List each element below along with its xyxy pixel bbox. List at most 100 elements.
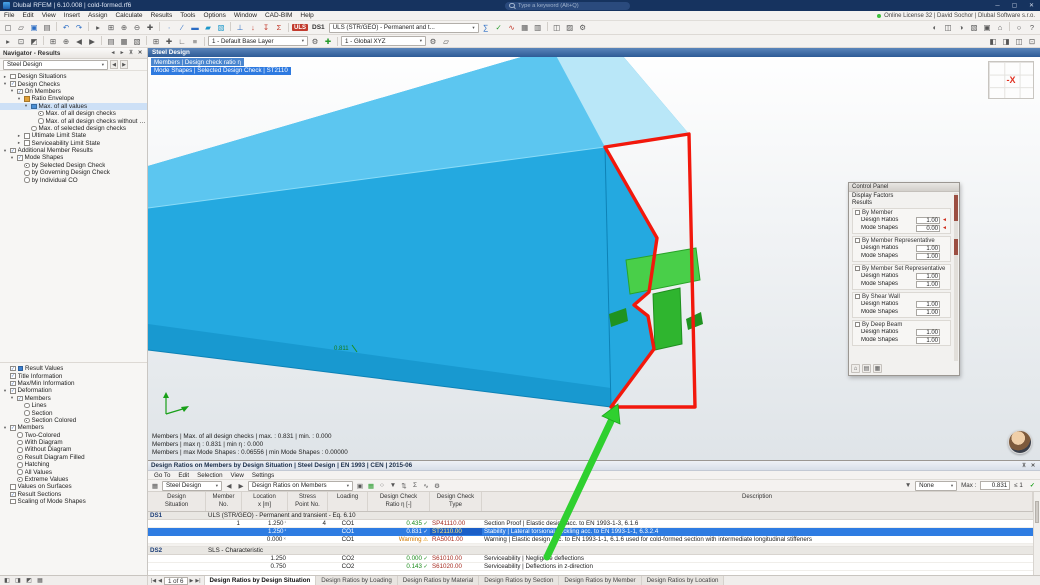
checkbox-unchecked-icon[interactable]: [24, 133, 30, 139]
nav-item-ultimate-limit-state[interactable]: ▸ Ultimate Limit State: [0, 132, 147, 139]
table-filter-select[interactable]: None ▾: [915, 480, 958, 491]
checkbox-checked-icon[interactable]: ✓: [10, 81, 16, 87]
radio-selected-icon[interactable]: [24, 162, 30, 169]
nav-item-by-individual-co[interactable]: by Individual CO: [0, 176, 147, 184]
table-prev-button[interactable]: ◀: [224, 481, 234, 491]
nav-item-by-selected-design-check[interactable]: by Selected Design Check: [0, 162, 147, 169]
module-next-button[interactable]: ▶: [120, 60, 128, 69]
nav-item-scaling-of-mode-shapes[interactable]: Scaling of Mode Shapes: [0, 498, 147, 505]
tab-design-ratios-by-material[interactable]: Design Ratios by Material: [397, 576, 480, 585]
cp-value-field[interactable]: 1.00: [916, 328, 940, 336]
menu-view[interactable]: View: [38, 11, 60, 20]
menu-help[interactable]: Help: [296, 11, 317, 20]
max-value-field[interactable]: 0.831: [980, 481, 1011, 490]
column-header-description[interactable]: Description: [482, 492, 1033, 511]
dock-layout-1-icon[interactable]: ◧: [2, 577, 12, 585]
load-situation-select[interactable]: ULS (STR/GEO) - Permanent and t... ▾: [328, 22, 479, 33]
tab-design-ratios-by-loading[interactable]: Design Ratios by Loading: [316, 576, 398, 585]
radio-unselected-icon[interactable]: [17, 439, 23, 446]
nav-item-members[interactable]: ▾ ✓ Members: [0, 424, 147, 431]
transparent-display-icon[interactable]: ▧: [131, 36, 143, 47]
sum-row-icon[interactable]: Σ: [410, 481, 420, 491]
nav-item-with-diagram[interactable]: With Diagram: [0, 439, 147, 446]
table-data-row[interactable]: 0.750 CO2 0.143 ✓ S61020.00 Serviceability | …: [148, 563, 1033, 571]
checkbox-unchecked-icon[interactable]: [855, 238, 860, 243]
zoom-in-icon[interactable]: ⊕: [118, 22, 130, 33]
ortho-toggle-icon[interactable]: ∟: [176, 36, 188, 47]
table-data-row[interactable]: 1 1.250 ¹ 4 CO1 0.435 ✓ SP41110.00 Section Proof…: [148, 520, 1033, 528]
column-header-member-no[interactable]: Member No.: [206, 492, 242, 511]
select-mode-icon[interactable]: ▸: [92, 22, 104, 33]
control-panel-header[interactable]: Control Panel: [849, 183, 959, 192]
collapse-icon[interactable]: ▾: [9, 395, 15, 401]
table-group-row[interactable]: DS2 SLS - Characteristic: [148, 547, 1033, 555]
column-header-location-x-m[interactable]: Location x [m]: [242, 492, 288, 511]
redo-icon[interactable]: ↷: [73, 22, 85, 33]
nav-item-without-diagram[interactable]: Without Diagram: [0, 446, 147, 453]
first-page-button[interactable]: |◀: [151, 578, 156, 584]
move-view-icon[interactable]: ✚: [144, 22, 156, 33]
checkbox-unchecked-icon[interactable]: [10, 73, 16, 80]
select-all-icon[interactable]: ⊡: [15, 36, 27, 47]
menu-file[interactable]: File: [0, 11, 18, 20]
menu-cad-bim[interactable]: CAD-BIM: [261, 11, 296, 20]
radio-unselected-icon[interactable]: [17, 462, 23, 468]
collapse-icon[interactable]: ▾: [2, 425, 8, 431]
nav-item-section[interactable]: Section: [0, 409, 147, 417]
column-header-design-situation[interactable]: Design Situation: [148, 492, 206, 511]
menu-insert[interactable]: Insert: [60, 11, 84, 20]
views-icon[interactable]: ⌂: [994, 22, 1006, 33]
nav-forward-icon[interactable]: ▸: [118, 49, 126, 57]
axes-settings-icon[interactable]: ⚙: [427, 36, 439, 47]
prev-page-button[interactable]: ◀: [158, 578, 162, 584]
table-group-row[interactable]: DS1 ULS (STR/GEO) - Permanent and transie…: [148, 512, 1033, 520]
checkbox-checked-icon[interactable]: ✓: [17, 395, 23, 401]
cp-value-field[interactable]: 1.00: [916, 244, 940, 252]
table-data-row[interactable]: 0.000 × CO1 Warning ⚠ RA5001.00 Warning | Elas…: [148, 536, 1033, 544]
filter-icon[interactable]: ▼: [903, 481, 913, 491]
panel-home-icon[interactable]: ⌂: [851, 364, 860, 373]
nav-back-icon[interactable]: ◂: [109, 49, 117, 57]
layer-settings-icon[interactable]: ⚙: [309, 36, 321, 47]
table-scrollbar[interactable]: [1033, 492, 1040, 575]
sort-rows-icon[interactable]: ⇅: [399, 481, 409, 491]
radio-selected-icon[interactable]: [17, 476, 23, 483]
menu-tools[interactable]: Tools: [176, 11, 199, 20]
close-panel-icon[interactable]: ✕: [136, 49, 144, 57]
calculate-all-icon[interactable]: ∑: [480, 22, 492, 33]
undo-icon[interactable]: ↶: [60, 22, 72, 33]
table-next-button[interactable]: ▶: [236, 481, 246, 491]
nav-item-max-of-all-design-checks[interactable]: Max. of all design checks: [0, 110, 147, 117]
scrollbar-thumb[interactable]: [1035, 501, 1039, 523]
nav-item-max-of-all-design-checks-without-e[interactable]: Max. of all design checks without e...: [0, 117, 147, 125]
radio-unselected-icon[interactable]: [24, 170, 30, 176]
nav-item-extreme-values[interactable]: Extreme Values: [0, 476, 147, 483]
checkbox-unchecked-icon[interactable]: [855, 322, 860, 327]
cp-value-field[interactable]: 1.00: [916, 280, 940, 288]
new-node-icon[interactable]: ∙: [163, 22, 175, 33]
full-view-icon[interactable]: ⊡: [1026, 36, 1038, 47]
help-icon[interactable]: ?: [1026, 22, 1038, 33]
edit-mode-icon[interactable]: ▸: [2, 36, 14, 47]
materials-icon[interactable]: ▨: [564, 22, 576, 33]
nav-item-additional-member-results[interactable]: ▾ ✓ Additional Member Results: [0, 147, 147, 154]
cp-value-field[interactable]: 1.00: [916, 216, 940, 224]
nav-item-deformation[interactable]: ▾ ✓ Deformation: [0, 387, 147, 394]
solid-display-icon[interactable]: ▦: [118, 36, 130, 47]
nav-item-design-situations[interactable]: ▸ Design Situations: [0, 73, 147, 80]
visibility-icon[interactable]: ◐: [929, 22, 941, 33]
show-results-icon[interactable]: ∿: [506, 22, 518, 33]
tab-design-ratios-by-section[interactable]: Design Ratios by Section: [479, 576, 560, 585]
column-header-design-check-ratio[interactable]: Design Check Ratio η [-]: [368, 492, 430, 511]
guidelines-icon[interactable]: ≡: [189, 36, 201, 47]
result-tables-icon[interactable]: ▦: [519, 22, 531, 33]
nav-item-serviceability-limit-state[interactable]: ▸ Serviceability Limit State: [0, 140, 147, 147]
minimize-button[interactable]: ─: [989, 0, 1006, 11]
panel-list-icon[interactable]: ▤: [862, 364, 871, 373]
nodal-load-icon[interactable]: ↓: [247, 22, 259, 33]
cp-value-field[interactable]: 0.00: [916, 224, 940, 232]
checkbox-checked-icon[interactable]: ✓: [17, 155, 23, 161]
nav-item-max-min-information[interactable]: ✓ Max/Min Information: [0, 380, 147, 387]
nav-item-ratio-envelope[interactable]: ▾ Ratio Envelope: [0, 95, 147, 102]
menu-options[interactable]: Options: [199, 11, 229, 20]
